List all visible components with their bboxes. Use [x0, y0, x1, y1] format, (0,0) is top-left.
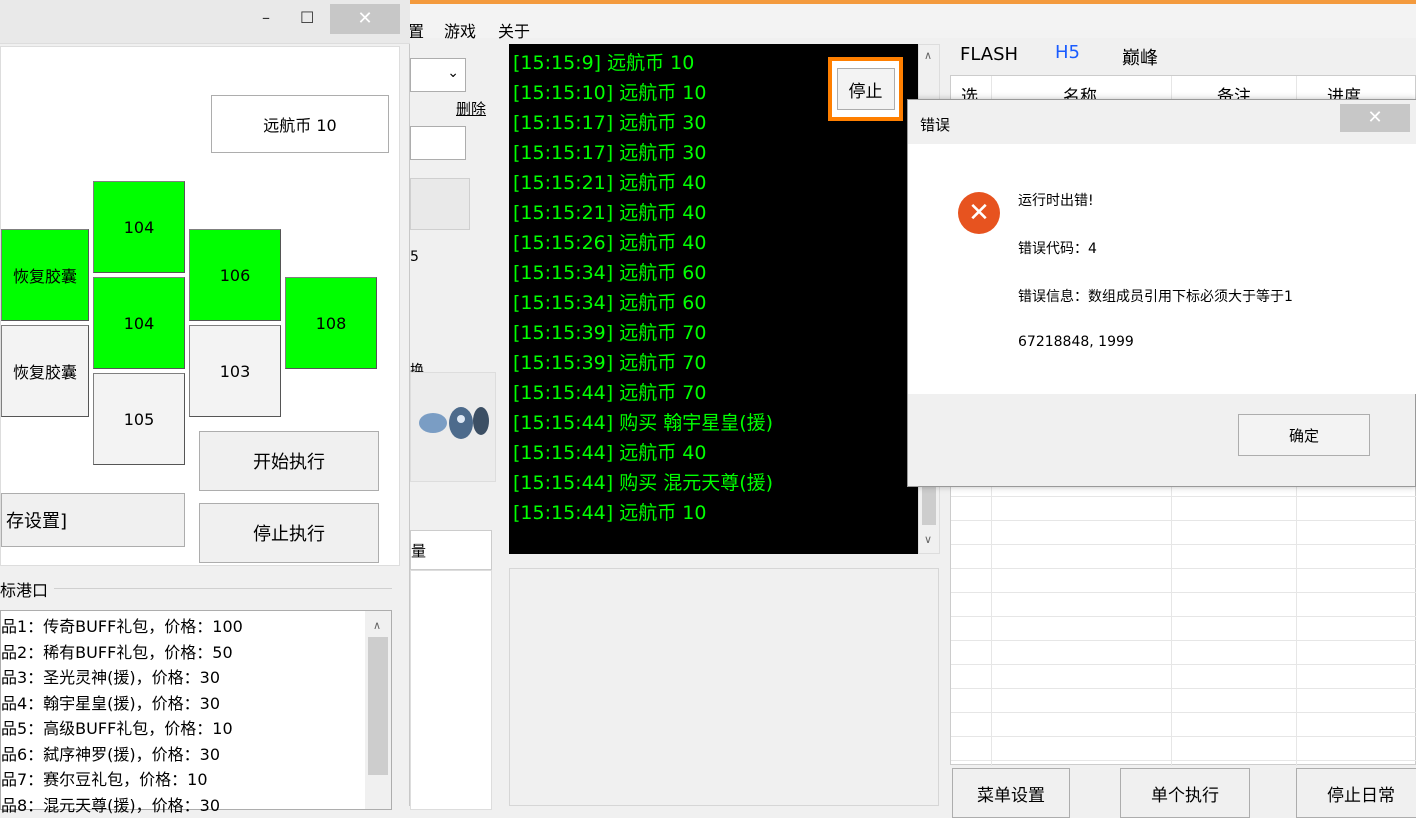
log-line: [15:15:34] 远航币 60 — [513, 258, 919, 288]
save-settings-button[interactable]: 存设置] — [1, 493, 185, 547]
menu-item-about[interactable]: 关于 — [498, 18, 530, 42]
dialog-body — [908, 144, 1416, 394]
table-body-partial — [410, 570, 492, 810]
column-label-partial: 量 — [411, 540, 426, 561]
grid-cell[interactable]: 104 — [93, 277, 185, 369]
grid-cell[interactable]: 106 — [189, 229, 281, 321]
error-dialog: 错误 ✕ ✕ 运行时出错! 错误代码：4 错误信息：数组成员引用下标必须大于等于… — [907, 99, 1416, 487]
list-item[interactable]: 品8：混元天尊(援)，价格：30 — [1, 793, 391, 818]
empty-panel — [509, 568, 939, 806]
log-line: [15:15:39] 远航币 70 — [513, 318, 919, 348]
maximize-icon[interactable]: ☐ — [300, 8, 314, 27]
list-item[interactable]: 品7：赛尔豆礼包，价格：10 — [1, 767, 391, 793]
error-icon: ✕ — [958, 192, 1000, 234]
middle-left-panel: ⌄ 删除 5 换 量 — [410, 46, 500, 566]
ship-image-panel — [410, 372, 496, 482]
section-divider — [0, 588, 392, 589]
menu-item-settings[interactable]: 置 — [408, 18, 424, 42]
grid-cell[interactable]: 恢复胶囊 — [1, 229, 89, 321]
item-list[interactable]: 品1：传奇BUFF礼包，价格：100 品2：稀有BUFF礼包，价格：50 品3：… — [0, 610, 392, 810]
scroll-thumb[interactable] — [368, 637, 388, 775]
menu-settings-button[interactable]: 菜单设置 — [952, 768, 1070, 818]
tab-h5[interactable]: H5 — [1055, 42, 1080, 63]
menu-item-game[interactable]: 游戏 — [444, 18, 476, 42]
stop-button-highlight[interactable]: 停止 — [828, 57, 903, 121]
left-window: – ☐ ✕ 远航币 10 104 恢复胶囊 106 104 108 恢复胶囊 1… — [0, 0, 410, 806]
grid-cell[interactable]: 105 — [93, 373, 185, 465]
partial-label: 5 — [410, 249, 419, 265]
list-item[interactable]: 品1：传奇BUFF礼包，价格：100 — [1, 614, 391, 640]
text-input[interactable] — [410, 126, 466, 160]
error-info: 错误信息：数组成员引用下标必须大于等于1 — [1018, 286, 1293, 306]
ship-icon — [413, 393, 493, 453]
error-detail: 67218848, 1999 — [1018, 334, 1134, 350]
close-icon[interactable]: ✕ — [1340, 104, 1410, 132]
list-item[interactable]: 品2：稀有BUFF礼包，价格：50 — [1, 640, 391, 666]
tab-peak[interactable]: 巅峰 — [1122, 44, 1158, 70]
dialog-titlebar: 错误 ✕ — [908, 100, 1416, 144]
left-window-titlebar: – ☐ ✕ — [0, 0, 410, 44]
dialog-title: 错误 — [920, 114, 950, 135]
stop-button[interactable]: 停止 — [837, 68, 895, 110]
log-line: [15:15:44] 远航币 70 — [513, 378, 919, 408]
grid-cell[interactable]: 103 — [189, 325, 281, 417]
chevron-down-icon: ⌄ — [447, 65, 459, 81]
log-line: [15:15:44] 远航币 10 — [513, 498, 919, 528]
single-execute-button[interactable]: 单个执行 — [1120, 768, 1250, 818]
scroll-up-icon[interactable]: ∧ — [373, 613, 381, 639]
log-line: [15:15:21] 远航币 40 — [513, 198, 919, 228]
grid-cell[interactable]: 108 — [285, 277, 377, 369]
grid-cell[interactable]: 104 — [93, 181, 185, 273]
scroll-up-icon[interactable]: ∧ — [924, 49, 932, 62]
menu-bar: 置 游戏 关于 — [400, 4, 1416, 38]
currency-button[interactable]: 远航币 10 — [211, 95, 389, 153]
section-label: 标港口 — [0, 577, 54, 601]
log-line: [15:15:44] 远航币 40 — [513, 438, 919, 468]
list-item[interactable]: 品6：弑序神罗(援)，价格：30 — [1, 742, 391, 768]
close-icon[interactable]: ✕ — [330, 4, 400, 34]
log-line: [15:15:34] 远航币 60 — [513, 288, 919, 318]
list-item[interactable]: 品4：翰宇星皇(援)，价格：30 — [1, 691, 391, 717]
log-line: [15:15:44] 购买 翰宇星皇(援) — [513, 408, 919, 438]
start-button[interactable]: 开始执行 — [199, 431, 379, 491]
blank-button[interactable] — [410, 178, 470, 230]
grid-cell[interactable]: 恢复胶囊 — [1, 325, 89, 417]
list-item[interactable]: 品3：圣光灵神(援)，价格：30 — [1, 665, 391, 691]
ok-button[interactable]: 确定 — [1238, 414, 1370, 456]
table-header-partial: 量 — [410, 530, 492, 570]
log-line: [15:15:26] 远航币 40 — [513, 228, 919, 258]
delete-link[interactable]: 删除 — [456, 98, 486, 119]
scroll-thumb[interactable] — [922, 485, 936, 525]
left-window-body: 远航币 10 104 恢复胶囊 106 104 108 恢复胶囊 103 105… — [0, 46, 400, 566]
stop-daily-button[interactable]: 停止日常 — [1296, 768, 1416, 818]
log-line: [15:15:21] 远航币 40 — [513, 168, 919, 198]
list-item[interactable]: 品5：高级BUFF礼包，价格：10 — [1, 716, 391, 742]
error-message: 运行时出错! — [1018, 190, 1094, 210]
list-scrollbar[interactable]: ∧ — [365, 611, 391, 809]
tab-flash[interactable]: FLASH — [960, 44, 1018, 65]
scroll-down-icon[interactable]: ∨ — [924, 533, 932, 546]
log-line: [15:15:39] 远航币 70 — [513, 348, 919, 378]
dropdown-select[interactable]: ⌄ — [410, 58, 466, 92]
stop-execute-button[interactable]: 停止执行 — [199, 503, 379, 563]
error-code: 错误代码：4 — [1018, 238, 1097, 258]
minimize-icon[interactable]: – — [262, 8, 270, 27]
log-line: [15:15:44] 购买 混元天尊(援) — [513, 468, 919, 498]
log-line: [15:15:17] 远航币 30 — [513, 138, 919, 168]
